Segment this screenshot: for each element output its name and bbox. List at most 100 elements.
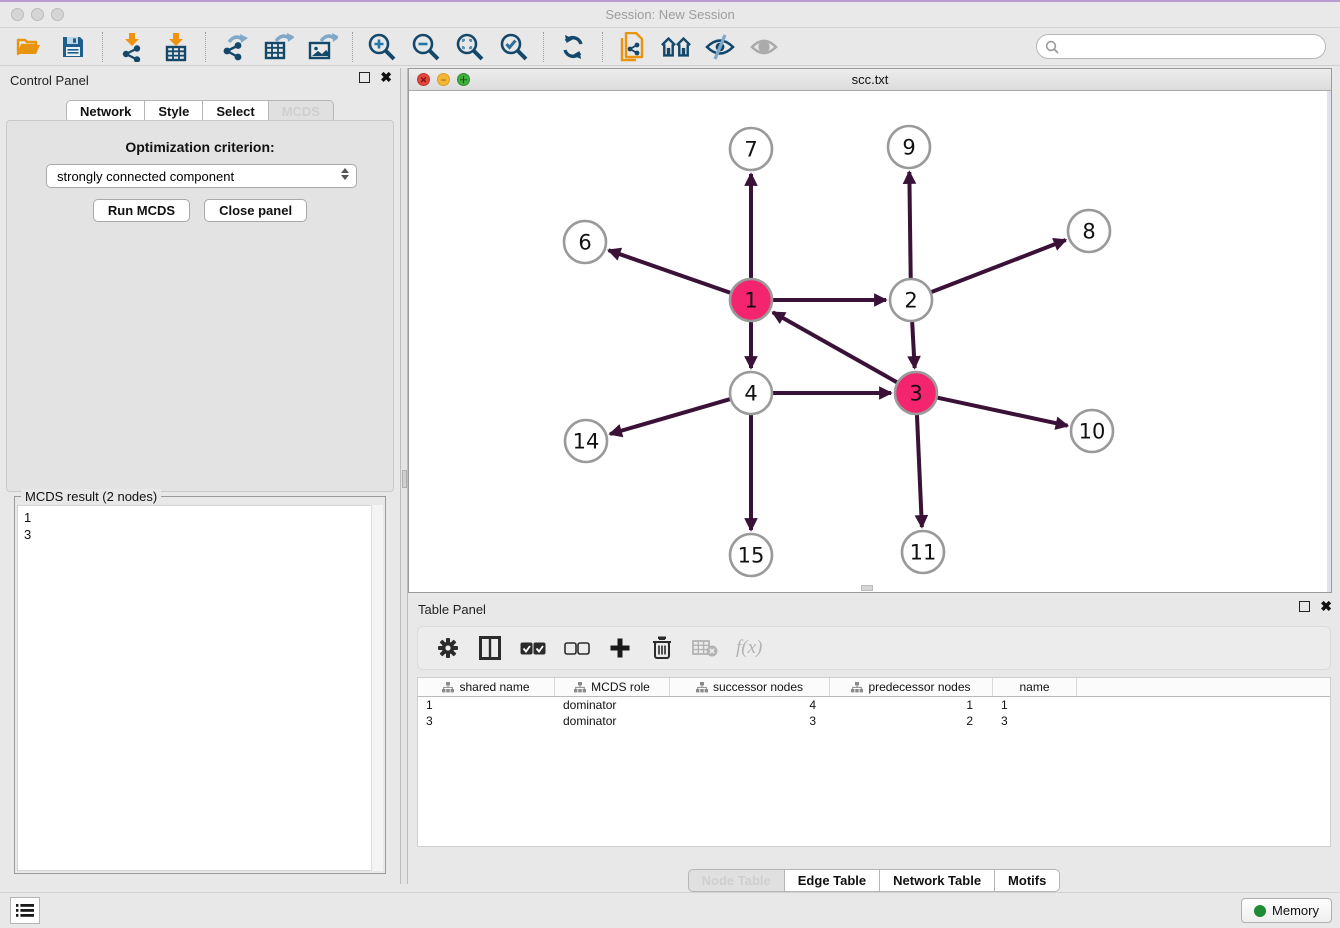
refresh-icon[interactable] bbox=[558, 32, 588, 62]
close-panel-icon[interactable]: ✖ bbox=[380, 72, 392, 83]
deselect-all-checkboxes-icon[interactable] bbox=[564, 635, 590, 661]
graph-node-14[interactable]: 14 bbox=[565, 420, 607, 462]
graph-node-15[interactable]: 15 bbox=[730, 534, 772, 576]
function-builder-icon[interactable]: f(x) bbox=[736, 635, 762, 661]
list-icon bbox=[16, 903, 34, 918]
show-all-eye-icon[interactable] bbox=[749, 32, 779, 62]
graph-edge-2-8[interactable] bbox=[932, 240, 1066, 292]
column-label: name bbox=[1019, 680, 1049, 694]
import-table-icon[interactable] bbox=[161, 32, 191, 62]
zoom-fit-icon[interactable] bbox=[455, 32, 485, 62]
column-header-successor-nodes[interactable]: successor nodes bbox=[670, 678, 830, 696]
zoom-selected-icon[interactable] bbox=[499, 32, 529, 62]
save-session-icon[interactable] bbox=[58, 32, 88, 62]
graph-node-4[interactable]: 4 bbox=[730, 372, 772, 414]
control-panel-title: Control Panel bbox=[10, 73, 89, 88]
tab-motifs[interactable]: Motifs bbox=[994, 869, 1060, 892]
column-label: shared name bbox=[459, 680, 529, 694]
divider-handle[interactable] bbox=[402, 470, 407, 488]
network-window-titlebar[interactable]: ✕ − ＋ scc.txt bbox=[409, 69, 1331, 91]
graph-edge-1-6[interactable] bbox=[609, 250, 731, 292]
table-close-panel-icon[interactable]: ✖ bbox=[1320, 601, 1332, 612]
canvas-right-edge bbox=[1327, 91, 1331, 592]
graph-node-9[interactable]: 9 bbox=[888, 126, 930, 168]
export-image-icon[interactable] bbox=[308, 32, 338, 62]
add-column-icon[interactable] bbox=[608, 635, 632, 661]
export-network-icon[interactable] bbox=[220, 32, 250, 62]
copy-network-icon[interactable] bbox=[617, 32, 647, 62]
graph-edge-2-9[interactable] bbox=[909, 172, 910, 278]
panel-divider[interactable] bbox=[400, 68, 408, 884]
task-history-button[interactable] bbox=[10, 897, 40, 924]
graph-node-8[interactable]: 8 bbox=[1068, 210, 1110, 252]
table-float-panel-icon[interactable] bbox=[1299, 601, 1310, 612]
cell-shared-name[interactable]: 3 bbox=[418, 713, 555, 729]
graph-node-2[interactable]: 2 bbox=[890, 279, 932, 321]
graph-edge-3-11[interactable] bbox=[917, 415, 922, 527]
tab-node-table[interactable]: Node Table bbox=[688, 869, 785, 892]
select-all-checkboxes-icon[interactable] bbox=[520, 635, 546, 661]
cell-mcds-role[interactable]: dominator bbox=[555, 697, 670, 713]
run-mcds-button[interactable]: Run MCDS bbox=[93, 199, 190, 222]
close-panel-button[interactable]: Close panel bbox=[204, 199, 307, 222]
zoom-out-icon[interactable] bbox=[411, 32, 441, 62]
network-canvas[interactable]: 7 9 6 8 1 2 4 3 14 10 15 11 bbox=[409, 91, 1331, 592]
optimization-criterion-dropdown[interactable]: strongly connected component bbox=[46, 164, 357, 188]
tab-edge-table[interactable]: Edge Table bbox=[784, 869, 880, 892]
open-session-icon[interactable] bbox=[14, 32, 44, 62]
trash-icon[interactable] bbox=[650, 635, 674, 661]
table-row[interactable]: 1 dominator 4 1 1 bbox=[418, 697, 1330, 713]
delete-table-icon[interactable] bbox=[692, 635, 718, 661]
window-title: Session: New Session bbox=[0, 7, 1340, 22]
mcds-result-text[interactable]: 1 3 bbox=[17, 505, 383, 871]
tab-network-table[interactable]: Network Table bbox=[879, 869, 995, 892]
table-row[interactable]: 3 dominator 3 2 3 bbox=[418, 713, 1330, 729]
table-panel-title: Table Panel bbox=[418, 602, 486, 617]
cell-successor-nodes[interactable]: 4 bbox=[670, 697, 830, 713]
columns-icon[interactable] bbox=[478, 635, 502, 661]
hide-selected-eye-slash-icon[interactable] bbox=[705, 32, 735, 62]
table-toolbar: f(x) bbox=[417, 626, 1331, 670]
result-scrollbar[interactable] bbox=[371, 505, 383, 871]
canvas-hscrollbar[interactable] bbox=[861, 585, 873, 591]
memory-button[interactable]: Memory bbox=[1241, 898, 1332, 923]
search-input[interactable] bbox=[1059, 39, 1325, 54]
cell-predecessor-nodes[interactable]: 1 bbox=[830, 697, 993, 713]
graph-node-3[interactable]: 3 bbox=[895, 372, 937, 414]
column-header-name[interactable]: name bbox=[993, 678, 1077, 696]
memory-status-dot bbox=[1254, 905, 1266, 917]
graph-edge-3-10[interactable] bbox=[938, 398, 1068, 426]
column-header-mcds-role[interactable]: MCDS role bbox=[555, 678, 670, 696]
network-window-title: scc.txt bbox=[409, 72, 1331, 87]
import-network-icon[interactable] bbox=[117, 32, 147, 62]
cell-name[interactable]: 3 bbox=[993, 713, 1077, 729]
gear-icon[interactable] bbox=[436, 635, 460, 661]
status-bar: Memory bbox=[0, 892, 1340, 928]
optimization-criterion-label: Optimization criterion: bbox=[7, 139, 393, 155]
graph-edge-2-3[interactable] bbox=[912, 322, 914, 368]
column-header-shared-name[interactable]: shared name bbox=[418, 678, 555, 696]
zoom-in-icon[interactable] bbox=[367, 32, 397, 62]
cell-shared-name[interactable]: 1 bbox=[418, 697, 555, 713]
network-view-window: ✕ − ＋ scc.txt 7 9 6 8 1 2 4 3 14 10 15 11 bbox=[408, 68, 1332, 593]
cell-predecessor-nodes[interactable]: 2 bbox=[830, 713, 993, 729]
graph-node-11[interactable]: 11 bbox=[902, 531, 944, 573]
column-label: MCDS role bbox=[591, 680, 650, 694]
search-field[interactable] bbox=[1036, 34, 1326, 59]
houses-icon[interactable] bbox=[661, 32, 691, 62]
float-panel-icon[interactable] bbox=[359, 72, 370, 83]
cell-name[interactable]: 1 bbox=[993, 697, 1077, 713]
export-table-icon[interactable] bbox=[264, 32, 294, 62]
graph-edge-4-14[interactable] bbox=[610, 399, 730, 434]
cell-mcds-role[interactable]: dominator bbox=[555, 713, 670, 729]
graph-edge-3-1[interactable] bbox=[773, 312, 897, 382]
cell-successor-nodes[interactable]: 3 bbox=[670, 713, 830, 729]
table-tabs: Node Table Edge Table Network Table Moti… bbox=[408, 869, 1340, 892]
table-panel: Table Panel ✖ bbox=[408, 597, 1340, 890]
graph-node-10[interactable]: 10 bbox=[1071, 410, 1113, 452]
search-icon bbox=[1045, 40, 1059, 54]
graph-node-6[interactable]: 6 bbox=[564, 221, 606, 263]
graph-node-1[interactable]: 1 bbox=[730, 279, 772, 321]
column-header-predecessor-nodes[interactable]: predecessor nodes bbox=[830, 678, 993, 696]
graph-node-7[interactable]: 7 bbox=[730, 128, 772, 170]
